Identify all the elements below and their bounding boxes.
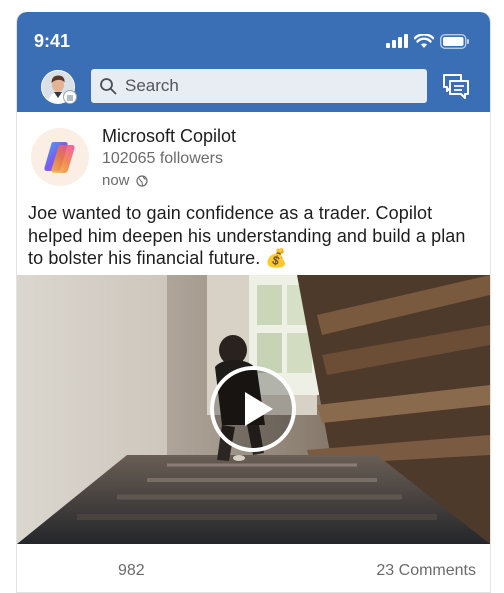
comment-count[interactable]: 23 Comments	[376, 562, 476, 580]
play-button[interactable]	[210, 366, 296, 452]
video-player[interactable]	[17, 275, 490, 544]
play-icon	[245, 392, 273, 426]
search-icon	[100, 78, 117, 95]
battery-icon	[440, 33, 469, 49]
status-time: 9:41	[34, 31, 71, 51]
search-input[interactable]: Search	[91, 69, 427, 103]
post-text: Joe wanted to gain confidence as a trade…	[28, 203, 466, 268]
wifi-icon	[414, 33, 434, 48]
reaction-count[interactable]: 982	[118, 562, 145, 580]
company-logo[interactable]	[31, 128, 89, 186]
copilot-logo-icon	[44, 142, 75, 173]
top-nav-bar: Search	[17, 68, 490, 112]
search-placeholder: Search	[125, 76, 179, 95]
avatar-menu-badge	[63, 90, 77, 104]
globe-icon	[135, 174, 148, 187]
messaging-icon[interactable]	[442, 72, 470, 100]
phone-screen: 9:41 Search Microsoft Copilot 102065 fol…	[16, 12, 491, 593]
status-icons	[386, 33, 470, 49]
follower-count: 102065 followers	[102, 150, 223, 167]
post-time: now	[102, 172, 148, 189]
status-bar: 9:41	[17, 12, 490, 68]
company-name[interactable]: Microsoft Copilot	[102, 126, 236, 147]
post-time-label: now	[102, 172, 130, 189]
post-header: Microsoft Copilot 102065 followers now	[17, 112, 490, 202]
signal-icon	[386, 34, 408, 48]
